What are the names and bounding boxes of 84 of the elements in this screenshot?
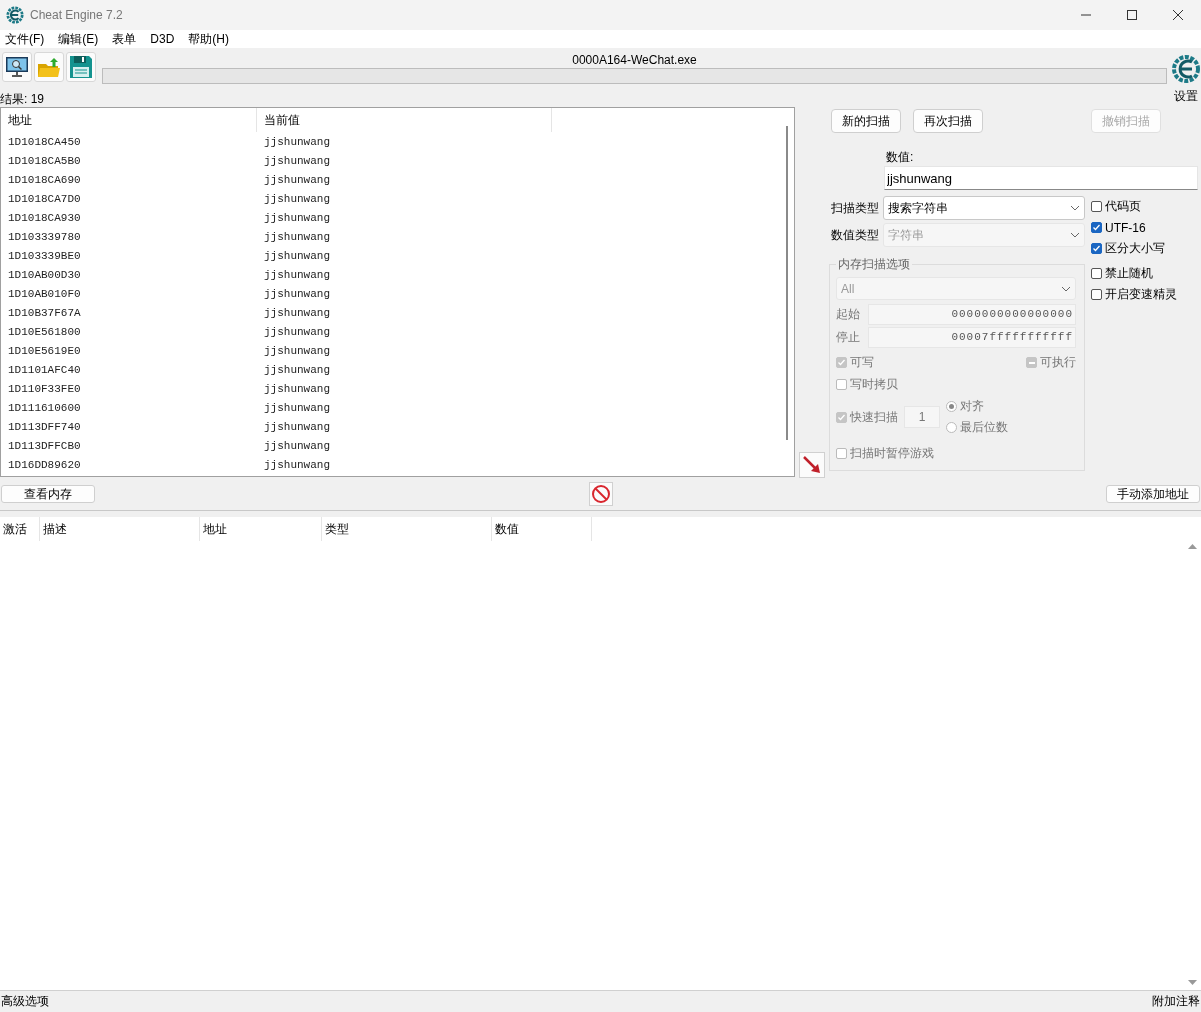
value-label: 数值: (886, 149, 915, 166)
value-cell-text: jjshunwang (263, 401, 331, 414)
address-cell-text: 1D1101AFC40 (7, 363, 82, 376)
address-cell-text: 1D1018CA450 (7, 135, 82, 148)
checkmark-icon (1092, 244, 1101, 253)
checkmark-icon (837, 358, 846, 367)
scrollbar-thumb[interactable] (786, 126, 788, 440)
column-header[interactable]: 当前值 (257, 108, 552, 132)
checkmark-icon (1092, 223, 1101, 232)
checkmark-icon (837, 412, 846, 422)
value-cell-text: jjshunwang (263, 230, 331, 243)
value-cell-text: jjshunwang (263, 287, 331, 300)
address-cell-text: 1D1018CA930 (7, 211, 82, 224)
value-cell-text: jjshunwang (263, 173, 331, 186)
column-header[interactable]: 数值 (492, 517, 592, 541)
value-cell-text: jjshunwang (263, 363, 331, 376)
column-header[interactable]: 描述 (40, 517, 200, 541)
results-count: 结果: 19 (0, 92, 44, 107)
dropdown-caret-icon (1061, 285, 1071, 292)
address-cell-text: 1D10AB00D30 (7, 268, 82, 281)
advanced-options-link[interactable]: 高级选项 (1, 993, 49, 1010)
field-label: 停止 (836, 329, 861, 346)
value-cell-text: jjshunwang (263, 382, 331, 395)
add-address-button[interactable]: 手动添加地址 (1106, 484, 1200, 503)
menu-item[interactable]: 编辑(E) (58, 30, 99, 48)
dropdown-caret-icon (1070, 205, 1080, 211)
value-cell-text: jjshunwang (263, 344, 331, 357)
value-cell-text: jjshunwang (263, 211, 331, 224)
column-header[interactable]: 类型 (322, 517, 492, 541)
process-title: 0000A164-WeChat.exe (572, 52, 697, 68)
address-cell-text: 1D1018CA690 (7, 173, 82, 186)
field-label: 数值类型 (831, 226, 880, 244)
address-cell-text: 1D16DD89620 (7, 458, 82, 471)
value-field[interactable]: jjshunwang (884, 166, 1198, 190)
address-cell-text: 1D103339780 (7, 230, 82, 243)
view-memory-button[interactable]: 查看内存 (1, 484, 95, 503)
monitor-icon[interactable] (2, 52, 32, 82)
dropdown-caret-icon (1070, 232, 1080, 238)
address-cell-text: 1D10AB010F0 (7, 287, 82, 300)
menu-item[interactable]: 表单 (112, 30, 137, 48)
dash-icon (1028, 361, 1035, 364)
address-cell-text: 1D103339BE0 (7, 249, 82, 262)
menu-item[interactable]: 帮助(H) (188, 30, 229, 48)
window-title: Cheat Engine 7.2 (30, 8, 124, 22)
address-cell-text: 1D110F33FE0 (7, 382, 82, 395)
address-cell-text: 1D1018CA5B0 (7, 154, 82, 167)
value-cell-text: jjshunwang (263, 306, 331, 319)
scan-button[interactable]: 再次扫描 (913, 109, 983, 133)
scan-button[interactable]: 新的扫描 (831, 109, 901, 133)
value-cell-text: jjshunwang (263, 192, 331, 205)
checkbox[interactable]: UTF-16 (1091, 217, 1177, 238)
address-cell-text: 1D1018CA7D0 (7, 192, 82, 205)
address-cell-text: 1D113DFFCB0 (7, 439, 82, 452)
menu-item[interactable]: 文件(F) (5, 30, 45, 48)
memory-options-group: 内存扫描选项 All 起始 0000000000000000 停止 00007fffffffffff 可写 可执行 写时拷贝 快速扫描 1 对齐 最后位数 扫描时暂停游戏 (829, 256, 1085, 471)
table-comments-link[interactable]: 附加注释 (1152, 993, 1200, 1010)
value-cell-text: jjshunwang (263, 268, 331, 281)
value-cell-text: jjshunwang (263, 325, 331, 338)
logo-icon (6, 6, 24, 24)
checkbox[interactable]: 禁止随机 (1091, 263, 1177, 284)
field-label: 扫描类型 (831, 199, 880, 217)
dropdown[interactable]: 搜索字符串 (883, 196, 1085, 220)
address-cell-text: 1D10E561800 (7, 325, 82, 338)
column-header[interactable]: 激活 (0, 517, 40, 541)
field-label: 起始 (836, 306, 861, 323)
menu-item[interactable]: D3D (150, 32, 175, 46)
checkbox[interactable]: 区分大小写 (1091, 238, 1177, 259)
value-cell-text: jjshunwang (263, 420, 331, 433)
column-header[interactable]: 地址 (1, 108, 257, 132)
value-cell-text: jjshunwang (263, 154, 331, 167)
value-cell-text: jjshunwang (263, 249, 331, 262)
address-cell-text: 1D113DFF740 (7, 420, 82, 433)
value-cell-text: jjshunwang (263, 439, 331, 452)
scroll-up-icon[interactable] (1188, 543, 1197, 549)
scroll-down-icon[interactable] (1188, 980, 1197, 986)
checkbox[interactable]: 开启变速精灵 (1091, 284, 1177, 305)
checkbox[interactable]: 代码页 (1091, 196, 1177, 217)
stop-icon[interactable] (588, 481, 613, 506)
address-cell-text: 1D10E5619E0 (7, 344, 82, 357)
address-cell-text: 1D111610600 (7, 401, 82, 414)
value-cell-text: jjshunwang (263, 135, 331, 148)
value-cell-text: jjshunwang (263, 458, 331, 471)
column-header[interactable]: 地址 (200, 517, 322, 541)
address-cell-text: 1D10B37F67A (7, 306, 82, 319)
